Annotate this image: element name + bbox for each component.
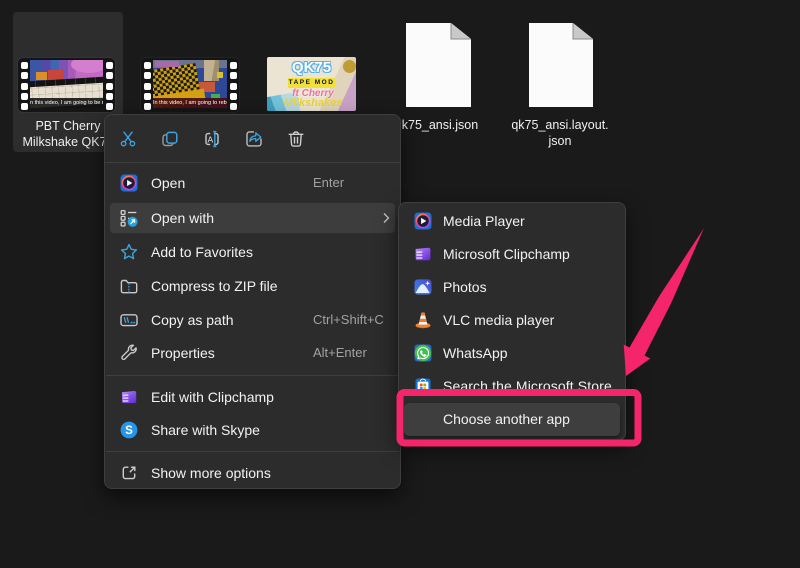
- svg-text:A: A: [207, 134, 213, 144]
- svg-text:S: S: [125, 425, 133, 437]
